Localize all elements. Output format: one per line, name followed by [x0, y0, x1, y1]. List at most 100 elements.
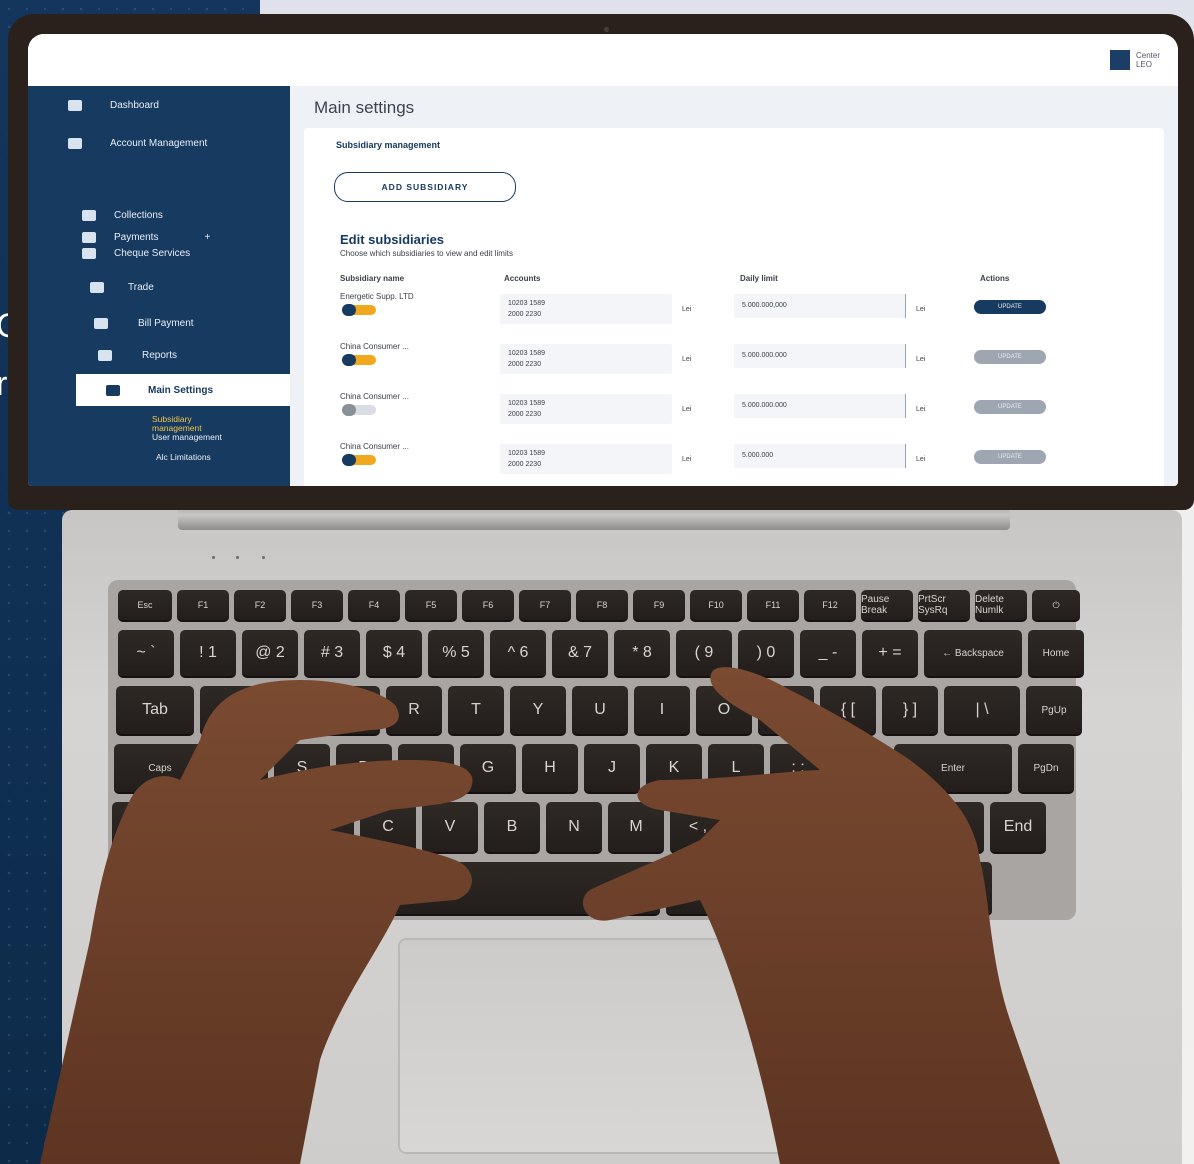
keyboard-key[interactable]: } ] [882, 686, 938, 736]
keyboard-key[interactable]: Enter [894, 744, 1012, 794]
keyboard-key[interactable]: ) 0 [738, 630, 794, 678]
keyboard-key[interactable]: % 5 [428, 630, 484, 678]
subsidiary-toggle[interactable] [342, 304, 376, 316]
keyboard-key[interactable]: ← [812, 862, 868, 916]
sidebar-item-collections[interactable]: Collections [82, 210, 163, 221]
sidebar-item-trade[interactable]: Trade [90, 282, 154, 293]
keyboard-key[interactable]: | \ [944, 686, 1020, 736]
keyboard-key[interactable]: Fn [188, 862, 248, 916]
keyboard-key[interactable]: > . [732, 802, 788, 854]
keyboard-key[interactable]: C [360, 802, 416, 854]
keyboard-key[interactable]: H [522, 744, 578, 794]
keyboard-key[interactable]: " ' [832, 744, 888, 794]
keyboard-key[interactable]: * 8 [614, 630, 670, 678]
keyboard-key[interactable]: R [386, 686, 442, 736]
sidebar-subitem-user-management[interactable]: User management [152, 432, 222, 442]
keyboard-key[interactable]: Esc [118, 590, 172, 622]
keyboard-key[interactable]: @ 2 [242, 630, 298, 678]
keyboard-key[interactable]: PrtScr SysRq [918, 590, 970, 622]
keyboard-key[interactable]: F10 [690, 590, 742, 622]
keyboard-key[interactable]: D [336, 744, 392, 794]
update-button[interactable]: UPDATE [974, 350, 1046, 364]
keyboard-key[interactable]: ← Backspace [924, 630, 1022, 678]
keyboard-key[interactable]: F [398, 744, 454, 794]
expand-plus-icon[interactable]: + [204, 232, 210, 243]
keyboard-key[interactable]: ~ ` [118, 630, 174, 678]
subsidiary-toggle[interactable] [342, 454, 376, 466]
keyboard-key[interactable]: # 3 [304, 630, 360, 678]
keyboard-key[interactable]: Q [200, 686, 256, 736]
accounts-field[interactable]: 10203 1589 2000 2230 [500, 394, 672, 424]
daily-limit-field[interactable]: 5.000.000 [734, 444, 906, 468]
keyboard-key[interactable]: V [422, 802, 478, 854]
keyboard-key[interactable]: Tab [116, 686, 194, 736]
keyboard-key[interactable]: + = [862, 630, 918, 678]
keyboard-key[interactable]: Pause Break [861, 590, 913, 622]
daily-limit-field[interactable]: 5.000.000.000 [734, 394, 906, 418]
keyboard-key[interactable]: Y [510, 686, 566, 736]
keyboard-key[interactable]: F9 [633, 590, 685, 622]
keyboard-key[interactable]: _ - [800, 630, 856, 678]
keyboard-key[interactable]: G [460, 744, 516, 794]
keyboard-key[interactable]: Delete Numlk [975, 590, 1027, 622]
sidebar-item-reports[interactable]: Reports [98, 350, 177, 361]
subsidiary-toggle[interactable] [342, 354, 376, 366]
keyboard-key[interactable]: A [212, 744, 268, 794]
keyboard-key[interactable]: Shift [856, 802, 984, 854]
keyboard-key[interactable]: Ctrl [112, 862, 182, 916]
keyboard-key[interactable]: F6 [462, 590, 514, 622]
keyboard-key[interactable]: { [ [820, 686, 876, 736]
keyboard-key[interactable]: ⏻ [1032, 590, 1080, 622]
update-button[interactable]: UPDATE [974, 450, 1046, 464]
sidebar-item-cheque-services[interactable]: Cheque Services [82, 248, 190, 259]
keyboard-key[interactable]: I [634, 686, 690, 736]
keyboard-key[interactable]: ! 1 [180, 630, 236, 678]
keyboard-key[interactable]: ? / [794, 802, 850, 854]
keyboard-key[interactable]: W [262, 686, 318, 736]
keyboard-key[interactable]: M [608, 802, 664, 854]
keyboard-key[interactable]: Caps [114, 744, 206, 794]
accounts-field[interactable]: 10203 1589 2000 2230 [500, 294, 672, 324]
keyboard-key[interactable]: < , [670, 802, 726, 854]
keyboard-key[interactable]: S [274, 744, 330, 794]
keyboard-key[interactable]: $ 4 [366, 630, 422, 678]
keyboard-key[interactable]: B [484, 802, 540, 854]
keyboard-key[interactable]: F1 [177, 590, 229, 622]
keyboard-key[interactable]: End [990, 802, 1046, 854]
keyboard-key[interactable]: F3 [291, 590, 343, 622]
keyboard-key[interactable]: Alt [254, 862, 318, 916]
keyboard-key[interactable]: F5 [405, 590, 457, 622]
keyboard-key[interactable]: F2 [234, 590, 286, 622]
keyboard-key[interactable]: T [448, 686, 504, 736]
keyboard-key[interactable]: : ; [770, 744, 826, 794]
sidebar-item-dashboard[interactable]: Dashboard [68, 100, 159, 111]
keyboard-key[interactable]: O [696, 686, 752, 736]
keyboard-key[interactable]: F11 [747, 590, 799, 622]
keyboard-key[interactable]: ( 9 [676, 630, 732, 678]
keyboard-key[interactable]: E [324, 686, 380, 736]
keyboard-key[interactable]: P [758, 686, 814, 736]
keyboard-key[interactable]: F12 [804, 590, 856, 622]
keyboard-key[interactable]: ↓ [874, 862, 930, 916]
keyboard-key[interactable] [324, 862, 660, 916]
keyboard-key[interactable]: ^ 6 [490, 630, 546, 678]
add-subsidiary-button[interactable]: ADD SUBSIDIARY [334, 172, 516, 202]
keyboard-key[interactable]: J [584, 744, 640, 794]
keyboard-key[interactable]: K [646, 744, 702, 794]
keyboard-key[interactable]: Alt [666, 862, 730, 916]
keyboard-key[interactable]: Z [236, 802, 292, 854]
keyboard-key[interactable]: Home [1028, 630, 1084, 678]
keyboard-key[interactable]: & 7 [552, 630, 608, 678]
keyboard-key[interactable]: N [546, 802, 602, 854]
sidebar-item-bill-payment[interactable]: Bill Payment [94, 318, 194, 329]
daily-limit-field[interactable]: 5.000.000.000 [734, 344, 906, 368]
keyboard-key[interactable]: Shift [112, 802, 230, 854]
keyboard-key[interactable]: F8 [576, 590, 628, 622]
keyboard-key[interactable]: PgUp [1026, 686, 1082, 736]
keyboard-key[interactable]: Ctrl [736, 862, 806, 916]
update-button[interactable]: UPDATE [974, 300, 1046, 314]
subsidiary-toggle[interactable] [342, 404, 376, 416]
sidebar-subitem-alc-limitations[interactable]: Alc Limitations [156, 452, 211, 462]
sidebar-item-main-settings[interactable]: Main Settings [76, 374, 290, 406]
keyboard-key[interactable]: F7 [519, 590, 571, 622]
